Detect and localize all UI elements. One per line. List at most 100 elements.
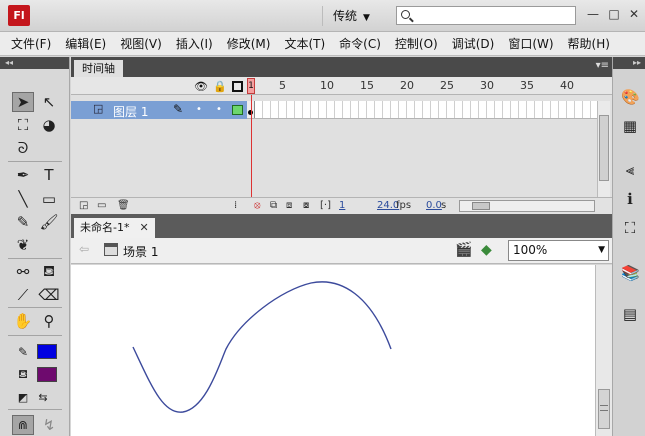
layer-row[interactable]: ◲ 图层 1 ✎ • •: [71, 101, 247, 119]
brush-tool-icon[interactable]: 🖌: [38, 212, 60, 232]
elapsed-time-value[interactable]: 0.0: [426, 200, 442, 211]
menu-control[interactable]: 控制(O): [388, 32, 445, 56]
close-window-button[interactable]: ✕: [626, 6, 642, 22]
selection-tool-icon[interactable]: ➤: [12, 92, 34, 112]
color-panel-icon[interactable]: 🎨: [621, 88, 640, 106]
eyedropper-tool-icon[interactable]: ⟋: [12, 285, 34, 305]
transform-panel-icon[interactable]: ⛶: [621, 219, 639, 237]
new-layer-icon[interactable]: ◲: [79, 200, 88, 211]
line-tool-icon[interactable]: ╲: [12, 189, 34, 209]
menu-file[interactable]: 文件(F): [4, 32, 58, 56]
rectangle-tool-icon[interactable]: ▭: [38, 189, 60, 209]
tools-panel: ◂◂ ➤ ↖ ⛶ ◕ ᘐ ✒ T ╲ ▭ ✎ 🖌 ❦ ⚯ ⛾ ⟋ ⌫ ✋ ⚲ ✎…: [0, 57, 70, 436]
menu-window[interactable]: 窗口(W): [501, 32, 560, 56]
menu-modify[interactable]: 修改(M): [220, 32, 278, 56]
zoom-value: 100%: [513, 243, 548, 257]
smooth-icon[interactable]: ↯: [38, 415, 60, 435]
scrollbar-thumb[interactable]: [599, 115, 609, 181]
flash-logo-icon: Fl: [8, 5, 30, 26]
frame-number: 5: [279, 79, 286, 92]
align-panel-icon[interactable]: ⫷: [621, 161, 639, 179]
help-search-input[interactable]: [415, 8, 573, 23]
frame-number: 25: [440, 79, 454, 92]
3d-rotation-tool-icon[interactable]: ◕: [38, 115, 60, 135]
menu-commands[interactable]: 命令(C): [332, 32, 388, 56]
swatches-panel-icon[interactable]: ▦: [621, 117, 639, 135]
stage-canvas: [132, 281, 392, 413]
onion-skin-outlines-icon[interactable]: ⧈: [286, 200, 292, 211]
outline-layers-icon[interactable]: [232, 81, 243, 92]
timeline-vertical-scrollbar[interactable]: [597, 101, 610, 197]
zoom-tool-icon[interactable]: ⚲: [38, 311, 60, 331]
menu-view[interactable]: 视图(V): [113, 32, 169, 56]
scene-breadcrumb[interactable]: 场景 1: [123, 243, 158, 260]
paint-bucket-tool-icon[interactable]: ⛾: [38, 262, 60, 282]
timeline-horizontal-scrollbar[interactable]: [459, 200, 595, 212]
stroke-color-swatch[interactable]: [37, 344, 57, 359]
lock-layers-icon[interactable]: 🔒: [213, 80, 227, 93]
restore-button[interactable]: □: [606, 6, 622, 22]
layer-name[interactable]: 图层 1: [113, 103, 148, 120]
zoom-select[interactable]: 100% ▼: [508, 240, 609, 261]
modify-markers-icon[interactable]: [·]: [320, 200, 331, 211]
menu-edit[interactable]: 编辑(E): [58, 32, 113, 56]
snap-to-objects-icon[interactable]: ⋒: [12, 415, 34, 435]
free-transform-tool-icon[interactable]: ⛶: [12, 115, 34, 135]
menu-text[interactable]: 文本(T): [277, 32, 332, 56]
library-panel-icon[interactable]: 📚: [621, 264, 640, 282]
fill-color-swatch[interactable]: [37, 367, 57, 382]
deco-tool-icon[interactable]: ❦: [12, 235, 34, 255]
pen-tool-icon[interactable]: ✒: [12, 165, 34, 185]
bone-tool-icon[interactable]: ⚯: [12, 262, 34, 282]
hand-tool-icon[interactable]: ✋: [12, 311, 34, 331]
show-hide-layers-eye-icon[interactable]: 👁: [194, 80, 208, 93]
scrollbar-thumb[interactable]: [472, 202, 490, 210]
timeline-splitter-icon[interactable]: ⁞: [234, 200, 237, 211]
drawn-curve-stroke[interactable]: [132, 281, 392, 413]
frame-number: 10: [320, 79, 334, 92]
menu-debug[interactable]: 调试(D): [445, 32, 502, 56]
layer-lock-dot-icon[interactable]: •: [216, 104, 222, 115]
black-white-colors-icon[interactable]: ◩: [12, 387, 34, 407]
edit-scene-icon[interactable]: 🎬: [455, 242, 472, 258]
stage[interactable]: [71, 265, 595, 436]
center-frame-icon[interactable]: ⦻: [254, 200, 261, 211]
layer-visible-dot-icon[interactable]: •: [196, 104, 202, 115]
current-frame-value[interactable]: 1: [339, 200, 345, 211]
frame-grid[interactable]: [247, 101, 597, 119]
scrollbar-grip-icon: [600, 405, 608, 411]
edit-symbols-icon[interactable]: ◆: [481, 242, 492, 258]
playhead-marker[interactable]: 1: [247, 78, 255, 94]
menu-insert[interactable]: 插入(I): [169, 32, 220, 56]
back-arrow-icon[interactable]: ⇦: [79, 242, 89, 256]
lasso-tool-icon[interactable]: ᘐ: [12, 138, 34, 158]
close-document-icon[interactable]: ✕: [139, 221, 148, 234]
document-tab-label: 未命名-1*: [80, 221, 130, 234]
new-folder-icon[interactable]: ▭: [97, 200, 106, 211]
menu-help[interactable]: 帮助(H): [561, 32, 617, 56]
panel-menu-icon[interactable]: ▾≡: [596, 60, 609, 71]
toolbar-divider: [8, 335, 62, 336]
pencil-tool-icon[interactable]: ✎: [12, 212, 34, 232]
tab-timeline[interactable]: 时间轴: [74, 60, 123, 77]
info-panel-icon[interactable]: ℹ: [621, 190, 639, 208]
dock-expand-icon[interactable]: ▸▸: [613, 57, 645, 69]
delete-layer-icon[interactable]: 🗑: [117, 200, 130, 211]
swap-colors-icon[interactable]: ⇆: [32, 387, 54, 407]
edit-multiple-frames-icon[interactable]: ⧇: [303, 200, 309, 211]
stage-vertical-scrollbar[interactable]: [595, 265, 612, 436]
frame-number: 40: [560, 79, 574, 92]
onion-skin-icon[interactable]: ⧉: [270, 200, 277, 211]
workspace-switcher[interactable]: 传统 ▼: [322, 6, 370, 26]
minimize-button[interactable]: —: [585, 6, 601, 22]
document-tab[interactable]: 未命名-1* ✕: [74, 218, 155, 238]
timeline-panel: 时间轴 ▾≡ 👁 🔒 1 5 10 15 20 25 30 35 40 ◲ 图层…: [71, 57, 612, 214]
tools-panel-collapse-icon[interactable]: ◂◂: [0, 57, 69, 69]
properties-panel-icon[interactable]: ▤: [621, 305, 639, 323]
text-tool-icon[interactable]: T: [38, 165, 60, 185]
layer-outline-color-icon[interactable]: [232, 105, 243, 115]
help-search-box[interactable]: [396, 6, 576, 25]
eraser-tool-icon[interactable]: ⌫: [38, 285, 60, 305]
subselection-tool-icon[interactable]: ↖: [38, 92, 60, 112]
toolbar-divider: [8, 409, 62, 410]
